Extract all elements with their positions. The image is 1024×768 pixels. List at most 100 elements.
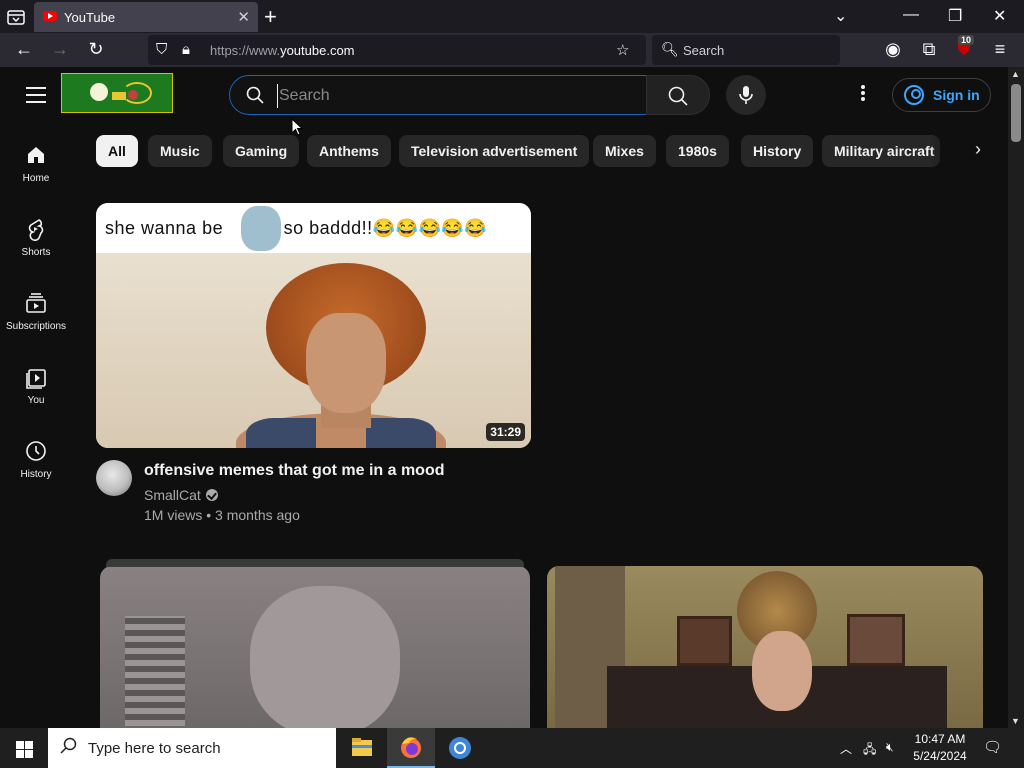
bookmark-star-icon[interactable]: ☆: [616, 41, 629, 59]
chip-anthems[interactable]: Anthems: [307, 135, 391, 167]
network-icon[interactable]: 🖧︎: [863, 740, 876, 761]
voice-search-button[interactable]: [726, 75, 766, 115]
chip-all[interactable]: All: [96, 135, 138, 167]
tab-list-icon[interactable]: [6, 7, 26, 27]
chevron-right-icon[interactable]: ›: [966, 139, 990, 163]
chip-gaming[interactable]: Gaming: [223, 135, 300, 167]
menu-icon[interactable]: ≡: [989, 39, 1011, 60]
scroll-up-icon[interactable]: ▲: [1011, 69, 1020, 79]
sidebar-item-label: Home: [22, 173, 50, 184]
video-thumbnail[interactable]: [100, 566, 530, 728]
volume-muted-icon[interactable]: 🔇︎: [886, 740, 894, 755]
taskbar-clock[interactable]: 10:47 AM 5/24/2024: [905, 731, 975, 765]
firefox-icon[interactable]: [387, 728, 435, 768]
new-tab-icon[interactable]: +: [264, 4, 277, 30]
page-scrollbar[interactable]: ▲ ▼: [1008, 67, 1024, 728]
extensions-icon[interactable]: ⧉: [918, 39, 940, 60]
channel-avatar[interactable]: [96, 460, 132, 496]
browser-nav-bar: ← → ↻ ⛉ 🔒︎ https://www.youtube.com ☆ 🔍︎ …: [0, 33, 1024, 67]
search-icon: [668, 86, 688, 106]
chevron-down-icon[interactable]: ⌄: [834, 6, 847, 26]
search-input[interactable]: [277, 84, 627, 108]
mini-guide-sidebar: Home Shorts Subscriptions You History: [0, 123, 72, 728]
meme-sticker: [241, 206, 281, 251]
chip-history[interactable]: History: [741, 135, 814, 167]
reload-icon[interactable]: ↻: [85, 39, 107, 60]
thumbnail-stack-edge: [106, 559, 524, 567]
video-thumbnail[interactable]: [547, 566, 983, 728]
scroll-down-icon[interactable]: ▼: [1011, 716, 1020, 726]
tab-title: YouTube: [64, 10, 116, 25]
sidebar-item-history[interactable]: History: [0, 419, 72, 493]
youtube-favicon-icon: [43, 11, 57, 21]
search-box: [229, 75, 647, 115]
shield-icon[interactable]: ⛉: [156, 41, 167, 58]
chip-mixes[interactable]: Mixes: [593, 135, 656, 167]
lock-icon[interactable]: 🔒︎: [182, 41, 190, 58]
settings-kebab-icon[interactable]: [853, 85, 873, 105]
sidebar-item-label: Shorts: [21, 247, 51, 258]
sign-in-button[interactable]: Sign in: [892, 78, 991, 112]
windows-start-icon[interactable]: [0, 728, 48, 768]
url-text: https://www.youtube.com: [210, 43, 355, 58]
close-window-icon[interactable]: ✕: [993, 6, 1006, 26]
video-thumbnail[interactable]: she wanna be so baddd!!😂😂😂😂😂 31:29: [96, 203, 531, 448]
account-icon[interactable]: ◉: [882, 39, 904, 60]
thumbnail-caption: she wanna be so baddd!!😂😂😂😂😂: [105, 218, 488, 238]
microphone-icon: [739, 86, 753, 104]
browser-search-box[interactable]: 🔍︎ Search: [652, 35, 840, 65]
chip-military-aircraft[interactable]: Military aircraft: [822, 135, 940, 167]
chip-fade: [930, 132, 970, 170]
search-engine-icon: 🔍︎: [661, 41, 679, 57]
chip-television-advertisement[interactable]: Television advertisement: [399, 135, 590, 167]
forward-icon[interactable]: →: [49, 39, 71, 60]
extension-badge: 10: [958, 35, 975, 45]
chip-1980s[interactable]: 1980s: [666, 135, 729, 167]
video-duration: 31:29: [486, 423, 525, 441]
browser-search-label: Search: [683, 43, 725, 58]
sidebar-item-label: History: [20, 469, 52, 480]
sidebar-item-subscriptions[interactable]: Subscriptions: [0, 271, 72, 345]
mouse-cursor-icon: [291, 118, 303, 136]
restore-icon[interactable]: ❐: [948, 6, 962, 26]
sidebar-item-shorts[interactable]: Shorts: [0, 197, 72, 271]
sidebar-item-you[interactable]: You: [0, 345, 72, 419]
clock-time: 10:47 AM: [914, 732, 966, 746]
minimize-icon[interactable]: —: [903, 6, 919, 24]
notifications-icon[interactable]: 🗨︎: [983, 738, 1002, 756]
youtube-header: Sign in: [0, 67, 1008, 123]
home-icon: [24, 143, 48, 167]
file-explorer-icon[interactable]: [338, 728, 386, 768]
windows-taskbar: Type here to search ︿ 🖧︎ 🔇︎ 10:47 AM 5/2…: [0, 728, 1024, 768]
account-circle-icon: [904, 85, 924, 105]
shorts-icon: [24, 217, 48, 242]
verified-icon: [205, 489, 218, 501]
clock-date: 5/24/2024: [913, 749, 967, 763]
video-meta: 1M views • 3 months ago: [144, 507, 300, 523]
search-button[interactable]: [646, 75, 710, 115]
search-icon: [60, 737, 77, 754]
scrollbar-thumb[interactable]: [1011, 84, 1021, 142]
sign-in-label: Sign in: [933, 87, 980, 103]
sidebar-item-home[interactable]: Home: [0, 123, 72, 197]
url-bar[interactable]: ⛉ 🔒︎ https://www.youtube.com ☆: [148, 35, 646, 65]
video-title[interactable]: offensive memes that got me in a mood: [144, 462, 445, 480]
doodle-logo[interactable]: [61, 73, 173, 113]
taskbar-search-box[interactable]: Type here to search: [48, 728, 336, 768]
taskbar-search-placeholder: Type here to search: [88, 740, 221, 757]
search-icon: [246, 86, 264, 104]
sidebar-item-label: You: [27, 395, 45, 406]
chip-music[interactable]: Music: [148, 135, 212, 167]
browser-tab-bar: YouTube ✕ + ⌄ — ❐ ✕: [0, 0, 1024, 33]
close-tab-icon[interactable]: ✕: [237, 8, 250, 26]
chrome-icon[interactable]: [436, 728, 484, 768]
tray-chevron-up-icon[interactable]: ︿: [840, 740, 852, 757]
browser-tab-youtube[interactable]: YouTube ✕: [34, 2, 258, 32]
subscriptions-icon: [24, 291, 48, 315]
channel-name[interactable]: SmallCat: [144, 487, 218, 503]
history-icon: [24, 439, 48, 463]
you-icon: [24, 365, 48, 389]
hamburger-menu-icon[interactable]: [26, 87, 46, 103]
screen: YouTube ✕ + ⌄ — ❐ ✕ ← → ↻ ⛉ 🔒︎ https://w…: [0, 0, 1024, 768]
back-icon[interactable]: ←: [13, 39, 35, 60]
